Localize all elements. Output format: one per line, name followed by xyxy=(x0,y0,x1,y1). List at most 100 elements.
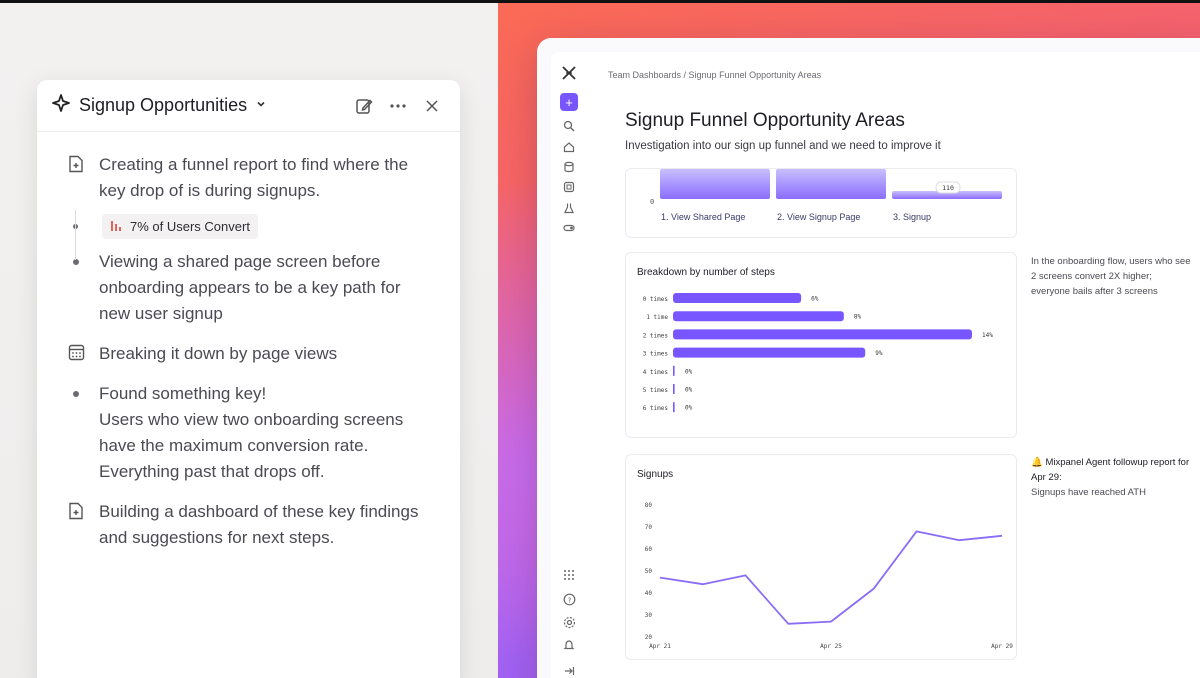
doc-plus-icon xyxy=(67,499,85,521)
funnel-card[interactable]: 0 1. View Shared Page 2. View Signup Page 3… xyxy=(625,168,1017,238)
home-icon[interactable] xyxy=(560,138,578,156)
step-text: Viewing a shared page screen before onbo… xyxy=(99,252,401,323)
y-tick-label: 30 xyxy=(645,612,653,619)
chip-label: 7% of Users Convert xyxy=(130,219,250,234)
x-tick-label: Apr 25 xyxy=(820,643,842,650)
step-text: Breaking it down by page views xyxy=(99,344,338,363)
bar xyxy=(673,293,802,303)
database-icon[interactable] xyxy=(560,158,578,176)
panel-body: Creating a funnel report to find where t… xyxy=(37,132,460,551)
breadcrumb[interactable]: Team Dashboards / Signup Funnel Opportun… xyxy=(608,70,821,80)
y-tick-label: 60 xyxy=(645,546,653,553)
toggle-icon[interactable] xyxy=(560,219,578,237)
step-item: Found something key! Users who view two … xyxy=(67,381,446,485)
y-tick-label: 70 xyxy=(645,524,653,531)
funnel-bar-label: 3. Signup xyxy=(893,212,931,222)
breakdown-card[interactable]: Breakdown by number of steps 0 times 6% 1 … xyxy=(625,252,1017,438)
y-tick-label: 80 xyxy=(645,502,653,509)
funnel-bar-label: 2. View Signup Page xyxy=(777,212,860,222)
doc-plus-icon xyxy=(67,152,85,174)
tick-label: 2 times xyxy=(643,332,669,339)
flask-icon[interactable] xyxy=(560,199,578,217)
tick-label: 6 times xyxy=(643,405,669,412)
panel-header: Signup Opportunities xyxy=(37,80,460,132)
signups-chart: 20 30 40 50 60 70 80 Apr 21 Apr 25 Apr 29 xyxy=(645,502,1013,650)
y-tick-label: 50 xyxy=(645,568,653,575)
x-tick-label: Apr 21 xyxy=(649,643,671,650)
page-title: Signup Funnel Opportunity Areas xyxy=(625,110,905,131)
board-icon[interactable] xyxy=(560,178,578,196)
funnel-bar xyxy=(776,169,886,199)
funnel-bar xyxy=(660,169,770,199)
data-label: 110 xyxy=(942,184,954,192)
add-icon[interactable]: + xyxy=(560,93,578,111)
help-icon[interactable]: ? xyxy=(560,590,578,608)
step-text: Found something key! Users who view two … xyxy=(99,384,404,481)
funnel-bar-label: 1. View Shared Page xyxy=(661,212,745,222)
step-item: Breaking it down by page views xyxy=(67,341,446,367)
chevron-down-icon xyxy=(255,97,267,115)
y-tick-label: 40 xyxy=(645,590,653,597)
x-tick-label: Apr 29 xyxy=(991,643,1013,650)
bar xyxy=(673,365,675,376)
nav-rail: + ? xyxy=(551,52,587,678)
followup-note: 🔔 Mixpanel Agent followup report for Apr… xyxy=(1031,455,1191,500)
followup-body: Signups have reached ATH xyxy=(1031,487,1146,498)
close-icon xyxy=(426,99,438,112)
bar xyxy=(673,311,844,322)
logo-icon[interactable] xyxy=(560,64,578,82)
tick-label: 0 times xyxy=(643,296,669,303)
bar xyxy=(673,384,675,394)
search-icon[interactable] xyxy=(560,117,578,135)
chip-row: 7% of Users Convert xyxy=(67,210,446,260)
panel-title: Signup Opportunities xyxy=(79,95,248,115)
more-button[interactable] xyxy=(384,92,412,120)
step-item: Viewing a shared page screen before onbo… xyxy=(67,249,446,327)
edit-button[interactable] xyxy=(350,92,378,120)
y-tick-label: 20 xyxy=(645,634,653,641)
bar xyxy=(673,329,972,340)
page-subtitle: Investigation into our sign up funnel an… xyxy=(625,140,941,152)
more-icon xyxy=(390,103,406,108)
collapse-icon[interactable] xyxy=(560,662,578,678)
bullet-icon xyxy=(73,391,79,397)
data-label: 0% xyxy=(685,368,693,375)
tick-label: 3 times xyxy=(643,351,669,358)
insight-chip[interactable]: 7% of Users Convert xyxy=(102,214,258,239)
timeline-line xyxy=(75,210,76,260)
apps-grid-icon[interactable] xyxy=(560,566,578,584)
close-button[interactable] xyxy=(418,92,446,120)
bell-icon[interactable] xyxy=(560,636,578,654)
bullet-icon xyxy=(73,259,79,265)
edit-icon xyxy=(356,98,373,114)
data-label: 9% xyxy=(875,350,883,357)
step-item: Building a dashboard of these key findin… xyxy=(67,499,446,551)
tick-label: 1 time xyxy=(646,314,668,321)
step-item: Creating a funnel report to find where t… xyxy=(67,152,446,204)
data-label: 0% xyxy=(685,405,693,412)
bar xyxy=(673,402,675,413)
app-window: + ? Team Dashboards / Signup Funnel Oppo… xyxy=(537,38,1200,678)
sparkle-icon xyxy=(51,93,71,118)
dashboard: Team Dashboards / Signup Funnel Opportun… xyxy=(587,52,1200,678)
bar-chart-icon xyxy=(110,218,124,235)
data-label: 14% xyxy=(982,332,993,339)
data-label: 6% xyxy=(811,296,819,303)
breakdown-chart: 0 times 6% 1 time 8% 2 times 14% 3 times 9% 4 ti… xyxy=(643,293,993,413)
panel-title-dropdown[interactable]: Signup Opportunities xyxy=(51,93,344,118)
signups-card[interactable]: Signups 20 30 40 50 60 70 80 Apr 21 Apr 25 Apr 29 xyxy=(625,454,1017,660)
step-text: Building a dashboard of these key findin… xyxy=(99,502,419,547)
series-line xyxy=(659,530,1003,625)
bar xyxy=(673,347,866,358)
funnel-chart: 0 1. View Shared Page 2. View Signup Page 3… xyxy=(650,169,1002,222)
settings-icon[interactable] xyxy=(560,613,578,631)
data-label: 0% xyxy=(685,387,693,394)
insight-note: In the onboarding flow, users who see 2 … xyxy=(1031,256,1191,297)
step-text: Creating a funnel report to find where t… xyxy=(99,155,409,200)
data-label: 8% xyxy=(854,314,862,321)
calendar-grid-icon xyxy=(67,341,85,363)
tick-label: 4 times xyxy=(643,369,669,376)
agent-panel: Signup Opportunities Creating a funnel r… xyxy=(37,80,460,678)
tick-label: 5 times xyxy=(643,387,669,394)
axis-tick-label: 0 xyxy=(650,198,654,206)
